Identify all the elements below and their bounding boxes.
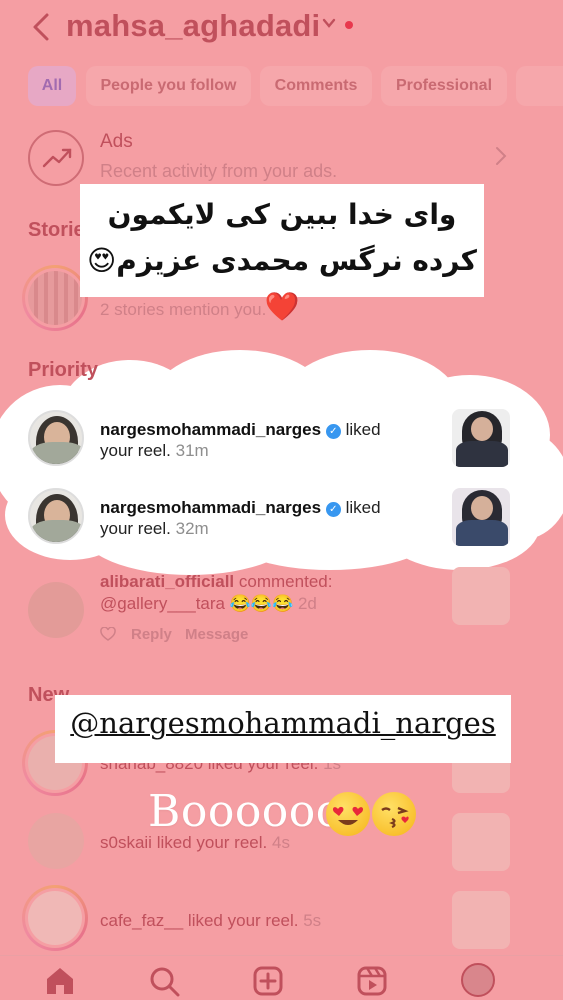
filter-more[interactable] xyxy=(516,66,563,106)
ads-trend-icon xyxy=(28,130,84,186)
story-ring[interactable] xyxy=(22,265,88,331)
heart-icon[interactable] xyxy=(100,626,116,645)
notification-action: commented: xyxy=(238,572,333,591)
search-icon[interactable] xyxy=(148,965,180,997)
notification-username[interactable]: cafe_faz__ xyxy=(100,911,183,930)
filter-people-you-follow[interactable]: People you follow xyxy=(86,66,251,106)
notification-action: liked xyxy=(345,420,381,439)
notification-username[interactable]: nargesmohammadi_narges xyxy=(100,420,321,439)
notification-username[interactable]: s0skaii xyxy=(100,833,152,852)
verified-badge-icon: ✓ xyxy=(325,424,341,439)
notification-text: nargesmohammadi_narges ✓ liked your reel… xyxy=(100,419,440,461)
notification-username[interactable]: alibarati_officiall xyxy=(100,572,234,591)
chevron-down-icon[interactable] xyxy=(322,14,336,35)
notification-action: liked xyxy=(345,498,381,517)
notification-object: your reel. xyxy=(100,441,171,460)
notification-username[interactable]: nargesmohammadi_narges xyxy=(100,498,321,517)
kissing-face-emoji-icon xyxy=(372,792,416,836)
notification-object: @gallery___tara 😂😂😂 xyxy=(100,594,294,613)
avatar[interactable] xyxy=(28,410,84,466)
filter-comments[interactable]: Comments xyxy=(260,66,372,106)
message-button[interactable]: Message xyxy=(185,626,248,643)
avatar[interactable] xyxy=(28,813,84,869)
back-icon[interactable] xyxy=(30,12,60,42)
verified-badge-icon: ✓ xyxy=(325,502,341,517)
filter-all[interactable]: All xyxy=(28,66,76,106)
chevron-right-icon[interactable] xyxy=(495,146,507,172)
avatar[interactable] xyxy=(28,582,84,638)
reel-thumbnail[interactable] xyxy=(452,488,510,546)
create-icon[interactable] xyxy=(252,965,284,997)
notification-time: 31m xyxy=(175,441,209,460)
notification-text: nargesmohammadi_narges ✓ liked your reel… xyxy=(100,497,440,539)
notification-text: cafe_faz__ liked your reel. 5s xyxy=(100,911,321,931)
reels-icon[interactable] xyxy=(356,965,388,997)
mention-text[interactable]: @nargesmohammadi_narges xyxy=(55,706,511,740)
ads-subtitle: Recent activity from your ads. xyxy=(100,161,338,181)
notification-action: liked your reel. xyxy=(187,911,299,930)
notification-time: 2d xyxy=(297,594,317,613)
notification-dot xyxy=(345,21,353,29)
notification-time: 32m xyxy=(175,519,209,538)
account-username[interactable]: mahsa_aghadadi xyxy=(66,8,320,44)
nav-divider xyxy=(0,955,563,956)
profile-avatar[interactable] xyxy=(461,963,495,997)
notification-object: your reel. xyxy=(100,519,171,538)
reply-button[interactable]: Reply xyxy=(131,626,172,643)
story-ring[interactable] xyxy=(22,885,88,951)
home-icon[interactable] xyxy=(44,965,76,997)
heart-eyes-emoji-icon xyxy=(326,792,370,836)
filter-professional[interactable]: Professional xyxy=(381,66,507,106)
story-persian-text: وای خدا ببین کی لایکمون کرده نرگس محمدی … xyxy=(87,198,477,323)
post-thumbnail[interactable] xyxy=(452,567,510,625)
notification-time: 5s xyxy=(303,911,322,930)
avatar[interactable] xyxy=(28,488,84,544)
ads-title[interactable]: Ads xyxy=(100,131,133,153)
reel-thumbnail[interactable] xyxy=(452,409,510,467)
reel-thumbnail[interactable] xyxy=(452,891,510,949)
notification-text: alibarati_officiall commented: @gallery_… xyxy=(100,571,440,615)
reel-thumbnail[interactable] xyxy=(452,813,510,871)
priority-heading: Priority xyxy=(28,359,99,381)
